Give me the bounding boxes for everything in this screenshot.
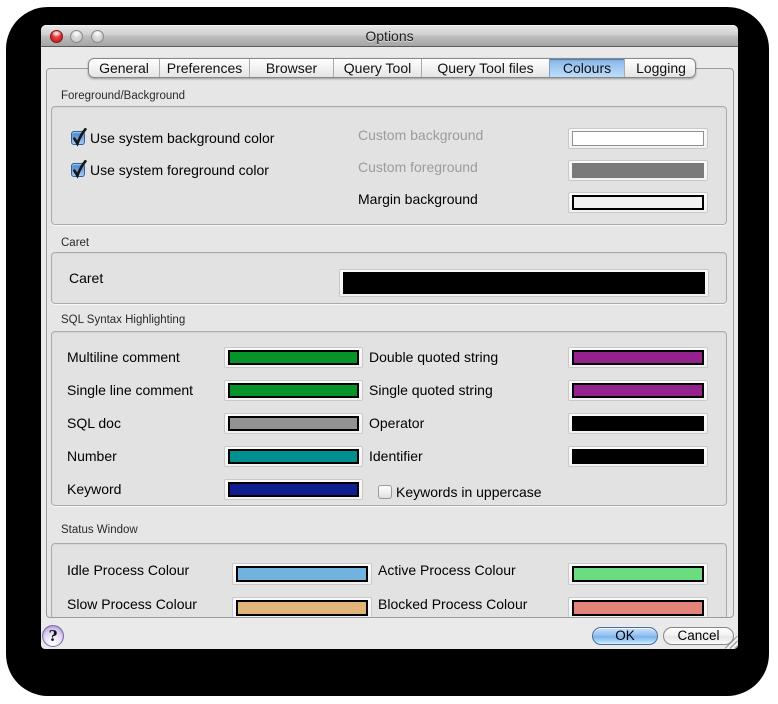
tab-browser[interactable]: Browser bbox=[249, 59, 333, 77]
ok-button[interactable]: OK bbox=[592, 627, 658, 645]
options-dialog: Options Foreground/Background Caret SQL Sy… bbox=[41, 25, 738, 649]
picker-sql-right-0[interactable] bbox=[568, 347, 708, 368]
label-sql-right-3: Identifier bbox=[369, 446, 423, 467]
label-sql-left-0: Multiline comment bbox=[67, 347, 180, 368]
tab-query-tool-files[interactable]: Query Tool files bbox=[421, 59, 549, 77]
picker-status-left-0[interactable] bbox=[232, 563, 372, 585]
label-margin-background: Margin background bbox=[358, 189, 478, 210]
group-label-sql-syntax: SQL Syntax Highlighting bbox=[61, 314, 185, 327]
picker-status-left-1[interactable] bbox=[232, 597, 372, 618]
picker-custom-foreground-color bbox=[572, 163, 704, 178]
tab-query-tool[interactable]: Query Tool bbox=[333, 59, 421, 77]
picker-status-right-0[interactable] bbox=[568, 563, 708, 585]
picker-status-right-0-color bbox=[572, 566, 704, 582]
picker-status-right-1[interactable] bbox=[568, 597, 708, 618]
tab-logging[interactable]: Logging bbox=[624, 59, 697, 77]
label-custom-foreground: Custom foreground bbox=[358, 157, 478, 178]
picker-sql-left-3-color bbox=[228, 449, 359, 464]
picker-sql-right-1-color bbox=[572, 383, 704, 398]
checkbox-keywords-uppercase[interactable] bbox=[378, 485, 392, 499]
label-status-left-0: Idle Process Colour bbox=[67, 560, 189, 581]
picker-caret-color bbox=[343, 272, 705, 294]
picker-sql-right-2[interactable] bbox=[568, 413, 708, 434]
window-title: Options bbox=[41, 28, 738, 44]
picker-sql-left-0[interactable] bbox=[224, 347, 363, 368]
label-status-right-1: Blocked Process Colour bbox=[378, 594, 527, 615]
label-keywords-uppercase: Keywords in uppercase bbox=[396, 483, 542, 501]
picker-status-right-1-color bbox=[572, 600, 704, 616]
tab-page-panel: Foreground/Background Caret SQL Syntax Hig… bbox=[46, 68, 734, 618]
tab-colours[interactable]: Colours bbox=[549, 59, 624, 77]
group-label-foreground-background: Foreground/Background bbox=[61, 90, 185, 103]
tab-general[interactable]: General bbox=[89, 59, 159, 77]
picker-sql-left-2-color bbox=[228, 416, 359, 431]
picker-sql-right-2-color bbox=[572, 416, 704, 431]
label-sql-left-4: Keyword bbox=[67, 479, 121, 500]
picker-sql-left-2[interactable] bbox=[224, 413, 363, 434]
tab-preferences[interactable]: Preferences bbox=[159, 59, 249, 77]
picker-custom-background[interactable] bbox=[568, 128, 708, 149]
group-label-caret: Caret bbox=[61, 237, 89, 250]
checkmark-icon bbox=[71, 126, 89, 148]
picker-status-left-1-color bbox=[236, 600, 368, 616]
picker-status-left-0-color bbox=[236, 566, 368, 582]
label-sql-right-0: Double quoted string bbox=[369, 347, 498, 368]
checkmark-icon bbox=[71, 158, 89, 180]
label-status-right-0: Active Process Colour bbox=[378, 560, 516, 581]
picker-caret[interactable] bbox=[339, 269, 709, 297]
picker-sql-right-1[interactable] bbox=[568, 380, 708, 401]
label-sql-right-1: Single quoted string bbox=[369, 380, 493, 401]
label-caret: Caret bbox=[69, 269, 103, 287]
picker-custom-background-color bbox=[572, 131, 704, 146]
label-sql-left-2: SQL doc bbox=[67, 413, 121, 434]
picker-sql-right-0-color bbox=[572, 350, 704, 365]
label-sql-right-2: Operator bbox=[369, 413, 424, 434]
help-button[interactable]: ? bbox=[42, 625, 64, 647]
resize-grip[interactable] bbox=[722, 633, 738, 649]
label-custom-background: Custom background bbox=[358, 125, 483, 146]
picker-margin-background[interactable] bbox=[568, 192, 708, 213]
picker-sql-left-3[interactable] bbox=[224, 446, 363, 467]
picker-margin-background-color bbox=[572, 195, 704, 210]
picker-sql-left-4[interactable] bbox=[224, 479, 363, 500]
label-sql-left-3: Number bbox=[67, 446, 117, 467]
tab-strip: GeneralPreferencesBrowserQuery ToolQuery… bbox=[88, 58, 696, 78]
group-label-status-window: Status Window bbox=[61, 524, 138, 537]
title-bar[interactable]: Options bbox=[41, 25, 738, 47]
picker-custom-foreground[interactable] bbox=[568, 160, 708, 181]
label-use-system-foreground: Use system foreground color bbox=[90, 161, 269, 179]
picker-sql-left-0-color bbox=[228, 350, 359, 365]
label-use-system-background: Use system background color bbox=[90, 129, 274, 147]
screenshot-page: Options Foreground/Background Caret SQL Sy… bbox=[0, 0, 778, 704]
label-sql-left-1: Single line comment bbox=[67, 380, 193, 401]
picker-sql-right-3-color bbox=[572, 449, 704, 464]
picker-sql-left-4-color bbox=[228, 482, 359, 497]
picker-sql-left-1[interactable] bbox=[224, 380, 363, 401]
checkbox-use-system-background[interactable] bbox=[71, 131, 85, 145]
picker-sql-left-1-color bbox=[228, 383, 359, 398]
label-status-left-1: Slow Process Colour bbox=[67, 594, 197, 615]
checkbox-use-system-foreground[interactable] bbox=[71, 163, 85, 177]
picker-sql-right-3[interactable] bbox=[568, 446, 708, 467]
